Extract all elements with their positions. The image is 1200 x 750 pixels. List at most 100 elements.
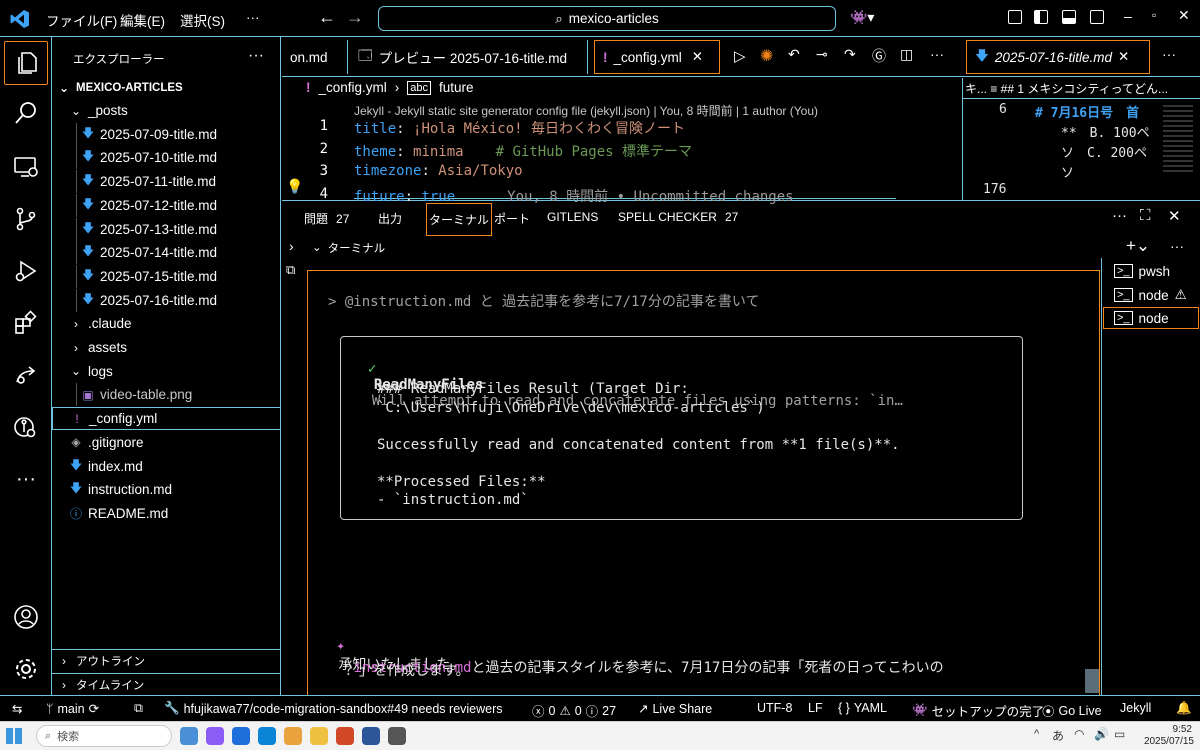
chevron-right-icon[interactable]: › — [289, 238, 294, 254]
code-line[interactable]: timezone: Asia/Tokyo — [354, 163, 523, 179]
next-change-icon[interactable]: ↷ — [844, 46, 856, 63]
explorer-app-icon[interactable] — [310, 727, 328, 745]
toggle-secondary-sidebar-icon[interactable] — [1090, 10, 1104, 24]
panel-tab[interactable]: SPELL CHECKER 27 — [618, 210, 738, 224]
back-arrow-icon[interactable]: ← — [318, 7, 336, 28]
close-icon[interactable]: ✕ — [1178, 7, 1190, 24]
tab-close-icon[interactable]: ✕ — [1118, 49, 1129, 65]
taskbar-time[interactable]: 9:52 — [1148, 724, 1192, 735]
windows-start-icon[interactable] — [6, 728, 22, 744]
encoding-status[interactable]: UTF-8 — [757, 701, 792, 715]
explorer-more-icon[interactable]: ··· — [248, 47, 264, 65]
split-editor-icon[interactable]: ◫ — [900, 46, 913, 63]
branch-indicator[interactable]: ᛘ main ⟳ — [46, 701, 99, 717]
panel-more-icon[interactable]: ··· — [1112, 207, 1127, 224]
taskbar-date[interactable]: 2025/07/15 — [1138, 736, 1194, 747]
tab-2025-07-16[interactable]: 🡇 2025-07-16-title.md ✕ — [966, 40, 1150, 74]
pr-indicator[interactable]: ⧉ — [134, 701, 143, 716]
close-panel-icon[interactable]: ✕ — [1168, 207, 1181, 225]
chrome-app-icon[interactable] — [284, 727, 302, 745]
tree-item[interactable]: 🡇 2025-07-09-title.md — [52, 122, 281, 146]
tree-item[interactable]: 🡇 2025-07-13-title.md — [52, 217, 281, 241]
panel-tab[interactable]: ターミナル — [426, 203, 493, 236]
tree-item[interactable]: ▣ video-table.png — [52, 383, 281, 407]
panel-tab[interactable]: GITLENS — [547, 210, 598, 224]
source-control-icon[interactable] — [4, 197, 48, 241]
tray-expand-icon[interactable]: ^ — [1034, 728, 1039, 740]
previous-change-icon[interactable]: ↶ — [788, 46, 800, 63]
copilot-app-icon[interactable] — [206, 727, 224, 745]
minimize-icon[interactable]: – — [1124, 8, 1132, 24]
forward-arrow-icon[interactable]: → — [346, 7, 364, 28]
copilot-icon[interactable]: 👾▾ — [850, 9, 874, 26]
command-center-search[interactable]: ⌕ mexico-articles — [378, 6, 836, 31]
gitlens-icon[interactable] — [4, 405, 48, 449]
maximize-icon[interactable]: ▫ — [1152, 8, 1156, 22]
remote-indicator-icon[interactable]: ⇆ — [12, 701, 22, 716]
explorer-icon[interactable] — [4, 41, 48, 85]
menu-selection[interactable]: 選択(S) — [180, 10, 225, 30]
terminal-more-icon[interactable]: ··· — [1170, 238, 1184, 254]
tree-item[interactable]: ◈ .gitignore — [52, 431, 281, 454]
sparkle-icon[interactable]: ✺ — [760, 46, 773, 66]
workspace-root[interactable]: ⌄ MEXICO-ARTICLES — [52, 76, 281, 99]
tree-item[interactable]: 🡇 2025-07-16-title.md — [52, 288, 281, 312]
go-live-status[interactable]: ⦿ Go Live — [1042, 701, 1102, 720]
tree-item[interactable]: › .claude — [52, 312, 281, 335]
tab-instruction-md[interactable]: on.md — [282, 40, 348, 74]
outline-section[interactable]: › アウトライン — [52, 649, 281, 672]
tree-item[interactable]: 🡇 2025-07-14-title.md — [52, 241, 281, 265]
task-view-icon[interactable] — [180, 727, 198, 745]
tree-item[interactable]: 🡇 2025-07-11-title.md — [52, 170, 281, 194]
tab-preview[interactable]: 🗔 プレビュー 2025-07-16-title.md — [350, 40, 588, 74]
edge-app-icon[interactable] — [258, 727, 276, 745]
panel-tab[interactable]: 問題 27 — [304, 210, 349, 227]
panel-tab[interactable]: 出力 — [378, 210, 402, 227]
menu-file[interactable]: ファイル(F) — [46, 10, 117, 30]
codelens[interactable]: Jekyll - Jekyll static site generator co… — [354, 102, 818, 119]
tree-item[interactable]: 🡇 index.md — [52, 455, 281, 478]
live-share-icon[interactable] — [4, 353, 48, 397]
code-line[interactable]: theme: minima # GitHub Pages 標準テーマ — [354, 141, 692, 161]
run-debug-icon[interactable] — [4, 249, 48, 293]
customize-layout-icon[interactable] — [1008, 10, 1022, 24]
editor-more-icon[interactable]: ··· — [930, 46, 944, 62]
terminal-item-node[interactable]: >_ node ⚠ — [1114, 284, 1187, 306]
menu-edit[interactable]: 編集(E) — [120, 10, 165, 30]
taskbar-search[interactable]: ⌕ 検索 — [36, 725, 172, 747]
commit-icon[interactable]: ⊸ — [816, 46, 828, 63]
jekyll-status[interactable]: Jekyll — [1120, 701, 1151, 715]
tree-item[interactable]: 🡇 2025-07-10-title.md — [52, 146, 281, 170]
tree-item[interactable]: 🡇 instruction.md — [52, 478, 281, 501]
extensions-icon[interactable] — [4, 301, 48, 345]
panel-tab[interactable]: ポート — [494, 210, 530, 227]
notifications-icon[interactable]: 🔔 — [1176, 701, 1192, 716]
debug-console-icon[interactable]: ⧉ — [286, 262, 295, 278]
run-icon[interactable]: ▷ — [734, 47, 746, 65]
preview-more-icon[interactable]: ··· — [1162, 46, 1176, 62]
terminal-item-pwsh[interactable]: >_ pwsh — [1114, 260, 1170, 282]
terminal-item-node-active[interactable]: >_ node — [1103, 307, 1199, 329]
tree-item[interactable]: 🡇 2025-07-12-title.md — [52, 193, 281, 217]
vscode-app-icon[interactable] — [232, 727, 250, 745]
account-icon[interactable] — [4, 595, 48, 639]
breadcrumb-file[interactable]: _config.yml — [319, 80, 387, 95]
terminal-scrollbar[interactable] — [1085, 669, 1099, 693]
live-share-status[interactable]: ↗ Live Share — [638, 701, 712, 717]
tree-item[interactable]: ⓘ README.md — [52, 502, 281, 525]
volume-icon[interactable]: 🔊 — [1094, 727, 1109, 741]
new-terminal-icon[interactable]: +⌄ — [1126, 236, 1150, 256]
problems-indicator[interactable]: ⓧ 0 ⚠ 0 ⓘ 27 — [532, 701, 616, 720]
settings-gear-icon[interactable] — [4, 647, 48, 691]
terminal-section-header[interactable]: ⌄ ターミナル — [312, 240, 385, 256]
minimap[interactable] — [1163, 102, 1193, 172]
gitlens-blame-icon[interactable]: Ⓖ — [872, 46, 886, 66]
tree-item[interactable]: 🡇 2025-07-15-title.md — [52, 264, 281, 288]
breadcrumb-item[interactable]: future — [439, 80, 474, 95]
word-app-icon[interactable] — [362, 727, 380, 745]
search-sidebar-icon[interactable] — [4, 91, 48, 135]
wifi-icon[interactable]: ◠ — [1074, 727, 1084, 741]
battery-icon[interactable]: ▭ — [1114, 727, 1125, 741]
remote-explorer-icon[interactable] — [4, 145, 48, 189]
tab-close-icon[interactable]: ✕ — [692, 49, 703, 65]
